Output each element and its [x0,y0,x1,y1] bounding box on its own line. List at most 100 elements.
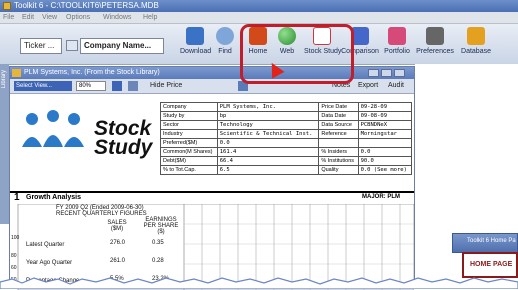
info-row: Company PLM Systems, Inc. Price Date 09-28-… [160,102,413,112]
sales-column-header: SALES ($M) [107,220,127,232]
scale-label: 80 [11,253,17,259]
info-label: % Institutions [318,156,359,166]
download-icon [186,27,204,45]
stock-study-window: PLM Systems, Inc. (From the Stock Librar… [9,66,415,290]
info-value: PLM Systems, Inc. [216,102,320,112]
menu-bar: File Edit View Options Windows Help [0,12,518,24]
menu-windows[interactable]: Windows [103,12,131,23]
close-button[interactable] [394,69,405,77]
info-value: Scientific & Technical Inst. [216,129,320,139]
info-value: Technology [216,120,320,130]
info-label: Company [160,102,218,112]
section-title: Growth Analysis [26,194,81,201]
app-title: Toolkit 6 - C:\TOOLKIT6\PETERSA.MDB [14,1,159,10]
info-label: Common(M Shares) [160,147,218,157]
info-value: Morningstar [357,129,413,139]
info-row: Study by bp Data Date 09-08-09 [160,111,413,121]
company-info-table: Company PLM Systems, Inc. Price Date 09-28-… [160,102,413,175]
info-row: Debt($M) 66.4% Institutions 90.0 [160,156,413,166]
info-value: 6.5 [216,165,320,175]
info-label: Study by [160,111,218,121]
torn-edge [0,277,518,289]
section-ticker: MAJOR: PLM [362,194,400,200]
info-label: Price Date [318,102,359,112]
menu-edit[interactable]: Edit [22,12,34,23]
preferences-button[interactable]: Preferences [415,27,455,61]
download-button[interactable]: Download [180,27,211,61]
year-ago-sales: 261.0 [110,258,126,264]
info-value: 90.0 [357,156,413,166]
info-value: 0.0 [216,138,320,148]
blocks-icon [467,27,485,45]
company-input[interactable]: Company Name... [80,38,164,54]
info-value: 0.0 (See more) [357,165,413,175]
info-label: Preferred($M) [160,138,218,148]
info-label: % Insiders [318,147,359,157]
print-icon[interactable] [128,81,138,91]
info-label [318,138,359,148]
info-label: Data Date [318,111,359,121]
menu-view[interactable]: View [42,12,57,23]
recent-figures-label: RECENT QUARTERLY FIGURES [56,211,147,217]
scale-label: 100 [11,235,20,241]
database-button[interactable]: Database [458,27,494,61]
info-label: Data Source [318,120,359,130]
hide-price-button[interactable]: Hide Price [150,80,182,92]
info-value: bp [216,111,320,121]
window-titlebar: Toolkit 6 - C:\TOOLKIT6\PETERSA.MDB [0,0,518,12]
eps-column-header: EARNINGS PER SHARE ($) [143,217,179,235]
info-value: 09-08-09 [357,111,413,121]
info-value: PCBNDNeX [357,120,413,130]
scale-label: 60 [11,265,17,271]
audit-button[interactable]: Audit [388,80,404,92]
lookup-icon[interactable] [66,40,78,51]
find-button[interactable]: Find [210,27,240,61]
info-row: Industry Scientific & Technical Inst. Refe… [160,129,413,139]
info-label: Reference [318,129,359,139]
info-row: Preferred($M) 0.0 [160,138,413,148]
info-label: Debt($M) [160,156,218,166]
info-value [357,138,413,148]
toolkit-home-thumbnail[interactable]: Toolkit 6 Home Pa [452,233,518,253]
export-button[interactable]: Export [358,80,378,92]
ticker-input[interactable]: Ticker ... [20,38,62,54]
library-tab[interactable]: Library [0,64,9,224]
document-icon [12,69,21,77]
pencil-icon [388,27,406,45]
row-label-latest: Latest Quarter [26,242,65,248]
info-label: Quality [318,165,359,175]
year-ago-eps: 0.28 [152,258,164,264]
maximize-button[interactable] [381,69,392,77]
document-toolbar: Select View... 80% Hide Price Notes Expo… [10,79,414,94]
menu-help[interactable]: Help [143,12,157,23]
info-row: Sector Technology Data Source PCBNDNeX [160,120,413,130]
info-label: Sector [160,120,218,130]
portfolio-button[interactable]: Portfolio [382,27,412,61]
magnifier-icon [216,27,234,45]
document-title: PLM Systems, Inc. (From the Stock Librar… [24,69,160,76]
info-row: Common(M Shares) 161.4% Insiders 0.0 [160,147,413,157]
menu-file[interactable]: File [3,12,14,23]
stock-study-wordmark: Stock Study [94,117,153,159]
info-value: 66.4 [216,156,320,166]
app-icon [3,2,11,10]
minimize-button[interactable] [368,69,379,77]
latest-sales: 276.0 [110,240,126,246]
select-view-dropdown[interactable]: Select View... [14,81,72,91]
info-value: 161.4 [216,147,320,157]
zoom-dropdown[interactable]: 80% [76,81,106,91]
latest-eps: 0.35 [152,240,164,246]
highlight-circle [240,24,354,84]
home-page-thumbnail[interactable]: HOME PAGE [462,252,518,278]
info-row: % to Tot.Cap. 6.5 Quality 0.0 (See more) [160,165,413,175]
info-label: % to Tot.Cap. [160,165,218,175]
stock-study-logo [22,110,84,147]
info-value: 0.0 [357,147,413,157]
info-value: 09-28-09 [357,102,413,112]
row-label-year-ago: Year Ago Quarter [26,260,73,266]
info-label: Industry [160,129,218,139]
tools-icon [426,27,444,45]
section-number: 1 [14,192,20,203]
save-icon[interactable] [112,81,122,91]
menu-options[interactable]: Options [66,12,90,23]
